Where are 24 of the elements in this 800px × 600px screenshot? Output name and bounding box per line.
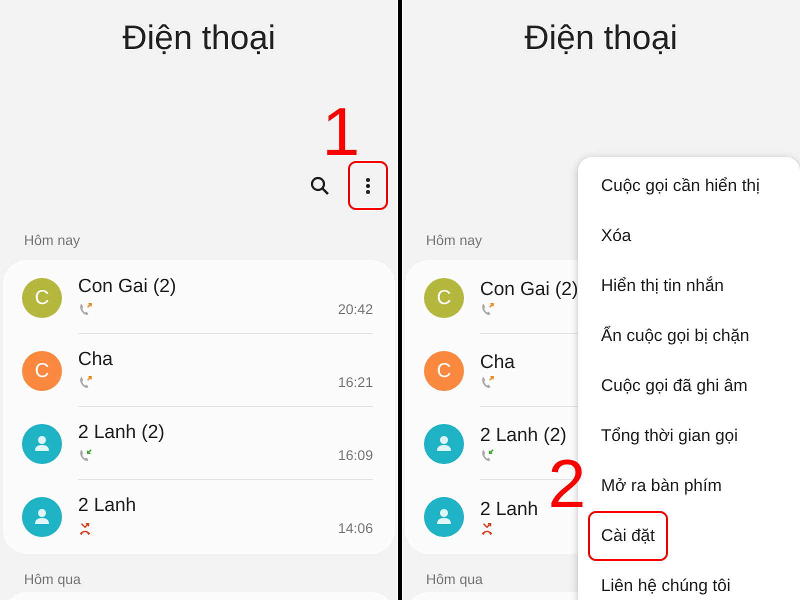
contact-avatar: C bbox=[22, 350, 62, 390]
contact-name: 2 Lanh bbox=[480, 498, 538, 522]
call-time: 14:06 bbox=[338, 519, 373, 538]
contact-avatar: C bbox=[424, 350, 464, 390]
contact-name: Cha bbox=[480, 351, 515, 375]
contact-name: Con Gai (2) bbox=[480, 278, 578, 302]
step-number: 2 bbox=[548, 445, 586, 524]
contact-name: Cha bbox=[78, 348, 113, 372]
screen-title: Điện thoại bbox=[524, 18, 678, 59]
call-time: 16:09 bbox=[338, 446, 373, 464]
call-time: 16:21 bbox=[338, 372, 373, 392]
contact-name: 2 Lanh bbox=[78, 494, 136, 518]
contact-avatar: C bbox=[424, 278, 464, 318]
section-heading: Hôm nay bbox=[24, 231, 80, 250]
contact-name: 2 Lanh (2) bbox=[78, 420, 165, 444]
contact-name: Con Gai (2) bbox=[78, 274, 176, 298]
screen-title: Điện thoại bbox=[122, 18, 276, 59]
section-heading: Hôm qua bbox=[426, 571, 483, 587]
contact-name: 2 Lanh (2) bbox=[480, 424, 567, 448]
step-number: 1 bbox=[322, 93, 360, 172]
section-heading: Hôm qua bbox=[24, 571, 81, 587]
call-time: 20:42 bbox=[338, 300, 373, 318]
section-heading: Hôm nay bbox=[426, 231, 482, 250]
contact-avatar: C bbox=[22, 278, 62, 318]
